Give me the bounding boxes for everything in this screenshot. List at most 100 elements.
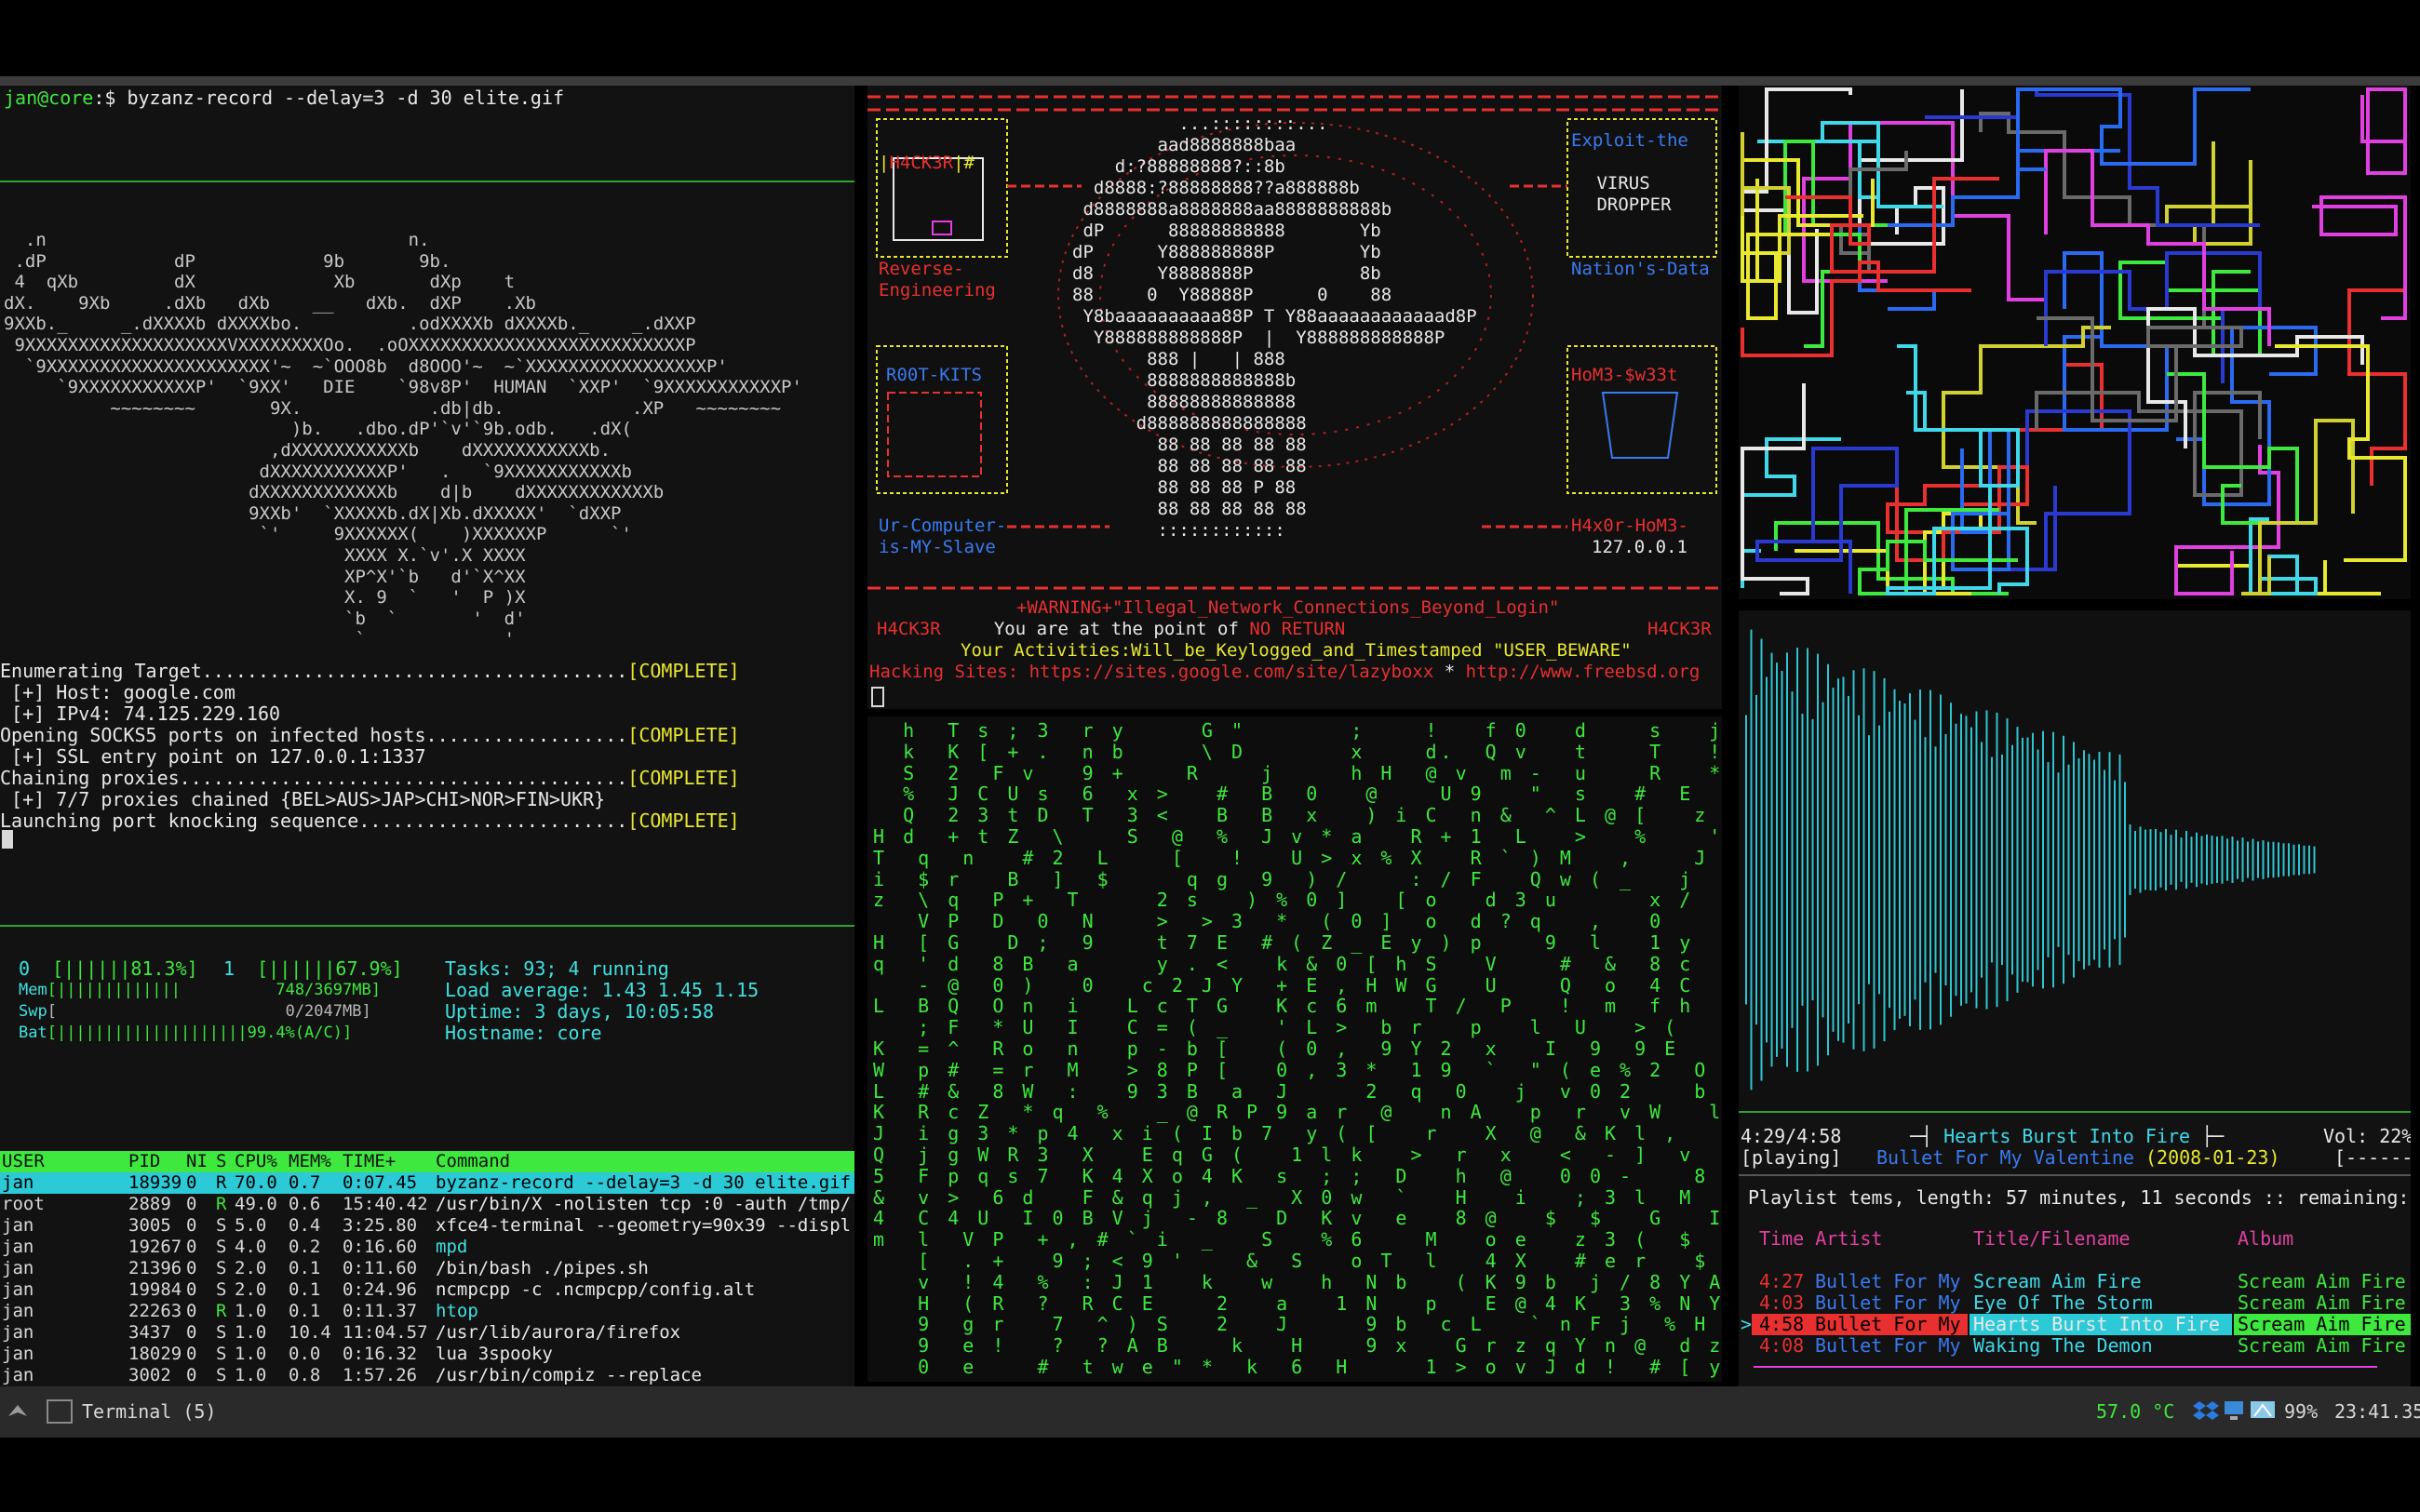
audio-visualizer-pane	[1739, 610, 2411, 1113]
point-text: You are at the point of	[993, 619, 1239, 639]
process-cpu: 4.0	[235, 1237, 267, 1257]
track-title: Scream Aim Fire	[1973, 1270, 2142, 1292]
terminal-task-icon[interactable]	[47, 1399, 73, 1424]
output-line: Opening SOCKS5 ports on infected hosts..…	[0, 725, 740, 746]
pipes-art	[1741, 87, 2407, 595]
process-s: S	[216, 1215, 227, 1236]
rbox2-caption: H4x0r-HoM3-	[1571, 515, 1688, 536]
process-s: S	[216, 1322, 227, 1343]
process-row[interactable]: jan 18029 0 S 1.0 0.0 0:16.32 lua 3spooky	[0, 1344, 854, 1365]
htop-col-time[interactable]: TIME+	[343, 1151, 396, 1172]
terminal-task-button[interactable]: Terminal (5)	[82, 1401, 217, 1423]
process-user: jan	[2, 1301, 34, 1321]
bat-label: Bat	[19, 1024, 47, 1042]
process-mem: 0.1	[289, 1301, 321, 1321]
process-mem: 10.4	[289, 1322, 331, 1343]
hacking-site-link-1[interactable]: https://sites.google.com/site/lazyboxx	[1029, 662, 1434, 682]
htop-col-user[interactable]: USER	[2, 1151, 45, 1172]
htop-col-command[interactable]: Command	[436, 1151, 510, 1172]
box2-title: R00T-KITS	[886, 365, 982, 385]
network-icon[interactable]	[2249, 1398, 2277, 1424]
process-s: R	[216, 1301, 227, 1321]
htop-hostname: Hostname: core	[445, 1022, 602, 1044]
process-row[interactable]: root 2889 0 R 49.0 0.6 15:40.42/usr/bin/X -nol…	[0, 1194, 854, 1215]
pipe-path	[2347, 225, 2407, 486]
process-row[interactable]: jan 3437 0 S 1.0 10.4 11:04.57/usr/lib/aurora/…	[0, 1322, 854, 1344]
process-time: 11:04.57	[343, 1322, 428, 1343]
htop-tasks: Tasks: 93; 4 running	[445, 957, 669, 980]
pipes-screensaver-pane[interactable]	[1739, 86, 2411, 599]
pipe-path	[2146, 307, 2364, 448]
now-playing-date: (2008-01-23)	[2145, 1146, 2280, 1169]
process-s: R	[216, 1172, 227, 1193]
output-text: [+] 7/7 proxies chained {BEL>AUS>JAP>CHI…	[0, 788, 606, 810]
process-pid: 3005	[128, 1215, 171, 1236]
process-row[interactable]: jan 18939 0 R 70.0 0.7 0:07.45 byzanz-record --…	[0, 1172, 854, 1194]
process-row[interactable]: jan 19984 0 S 2.0 0.1 0:24.96 ncmpcpp -c .ncmpc…	[0, 1279, 854, 1301]
col-title[interactable]: Title/Filename	[1973, 1228, 2131, 1250]
process-row[interactable]: jan 22263 0 R 1.0 0.1 0:11.37 htop	[0, 1301, 854, 1322]
htop-col-mem[interactable]: MEM%	[289, 1151, 331, 1172]
process-s: S	[216, 1344, 227, 1364]
process-ni: 0	[186, 1344, 197, 1364]
process-time: 0:11.37	[343, 1301, 418, 1321]
process-pid: 22263	[128, 1301, 182, 1321]
swp-bar: [ 0/2047MB]	[47, 1002, 371, 1021]
hacker-banner-pane[interactable]: ...::::::::... aad8888888baa d:?88888888…	[867, 86, 1722, 709]
cpu0-label: 0	[19, 957, 31, 980]
volume-bar[interactable]: [------]	[2334, 1147, 2411, 1169]
process-row[interactable]: jan 19267 0 S 4.0 0.2 0:16.60 mpd	[0, 1237, 854, 1258]
cpu-temperature: 57.0 °C	[2096, 1400, 2175, 1423]
process-mem: 0.1	[289, 1279, 321, 1300]
output-status: [COMPLETE]	[627, 724, 740, 746]
dropbox-icon[interactable]	[2193, 1398, 2219, 1424]
col-artist[interactable]: Artist	[1815, 1227, 1882, 1250]
playlist-summary: Playlist tems, length: 57 minutes, 11 se…	[1748, 1186, 2411, 1209]
htop-col-cpu[interactable]: CPU%	[235, 1151, 277, 1172]
player-state: [playing]	[1741, 1146, 1842, 1169]
display-icon[interactable]	[2223, 1398, 2245, 1424]
htop-col-pid[interactable]: PID	[128, 1151, 160, 1172]
process-s: R	[216, 1194, 227, 1214]
volume-readout[interactable]: Vol: 22%	[2323, 1126, 2411, 1147]
htop-uptime: Uptime: 3 days, 10:05:58	[445, 1000, 714, 1023]
right-side-tag: H4CK3R	[1647, 619, 1712, 639]
hacking-site-link-2[interactable]: http://www.freebsd.org	[1466, 662, 1701, 682]
process-mem: 0.6	[289, 1194, 321, 1214]
top-black-band	[0, 0, 2420, 76]
user-beware-text: "USER_BEWARE"	[1492, 640, 1632, 661]
tmux-divider-top	[0, 181, 854, 182]
app-menu-icon[interactable]	[6, 1399, 30, 1424]
desktop-edge	[0, 76, 2420, 86]
col-time[interactable]: Time	[1759, 1227, 1804, 1250]
cpu1-bar: [||||||67.9%]	[257, 957, 403, 980]
process-cmd: /usr/bin/compiz --replace	[436, 1365, 702, 1385]
output-line: [+] SSL entry point on 127.0.0.1:1337	[0, 746, 426, 768]
process-row[interactable]: jan 3002 0 S 1.0 0.8 1:57.26/usr/bin/compiz --…	[0, 1365, 854, 1386]
pipe-path	[2165, 141, 2252, 246]
ncmpcpp-pane[interactable]: 4:29/4:58 [playing] ─┤ Hearts Burst Into…	[1739, 1113, 2411, 1386]
box1-title: H4CK3R	[889, 153, 954, 173]
htop-col-s[interactable]: S	[216, 1151, 226, 1172]
clock[interactable]: 23:41.35	[2334, 1401, 2420, 1423]
now-playing-title-line: ─┤ Hearts Burst Into Fire ├─	[1910, 1125, 2225, 1147]
terminal-left-pane[interactable]: jan@core:$ byzanz-record --delay=3 -d 30…	[0, 86, 854, 1386]
process-cpu: 2.0	[235, 1279, 267, 1300]
process-pid: 2889	[128, 1194, 171, 1214]
process-cpu: 1.0	[235, 1322, 267, 1343]
htop-col-ni[interactable]: NI	[186, 1151, 208, 1172]
hacking-sites-label: Hacking Sites:	[869, 662, 1019, 682]
pipe-path	[2016, 87, 2251, 171]
process-row[interactable]: jan 21396 0 S 2.0 0.1 0:11.60/bin/bash ./pipes…	[0, 1258, 854, 1279]
process-row[interactable]: jan 3005 0 S 5.0 0.4 3:25.80 xfce4-terminal --g…	[0, 1215, 854, 1237]
matrix-rain-glyphs: h T s ; 3 r y G " ; ! f 0 d s j ( > k K …	[873, 719, 1722, 1378]
process-mem: 0.1	[289, 1258, 321, 1278]
col-album[interactable]: Album	[2238, 1228, 2293, 1250]
matrix-rain-pane[interactable]: h T s ; 3 r y G " ; ! f 0 d s j ( > k K …	[867, 716, 1722, 1382]
battery-percent[interactable]: 99%	[2284, 1401, 2318, 1423]
visualizer-waveform	[1745, 629, 2316, 1091]
htop-column-header[interactable]: USER PID NI S CPU% MEM% TIME+ Command	[0, 1151, 854, 1172]
output-line: Enumerating Target......................…	[0, 661, 740, 682]
htop-cpu0-meter: 0 [||||||81.3%]	[19, 958, 198, 980]
prompt-command: :$ byzanz-record --delay=3 -d 30 elite.g…	[93, 87, 565, 109]
